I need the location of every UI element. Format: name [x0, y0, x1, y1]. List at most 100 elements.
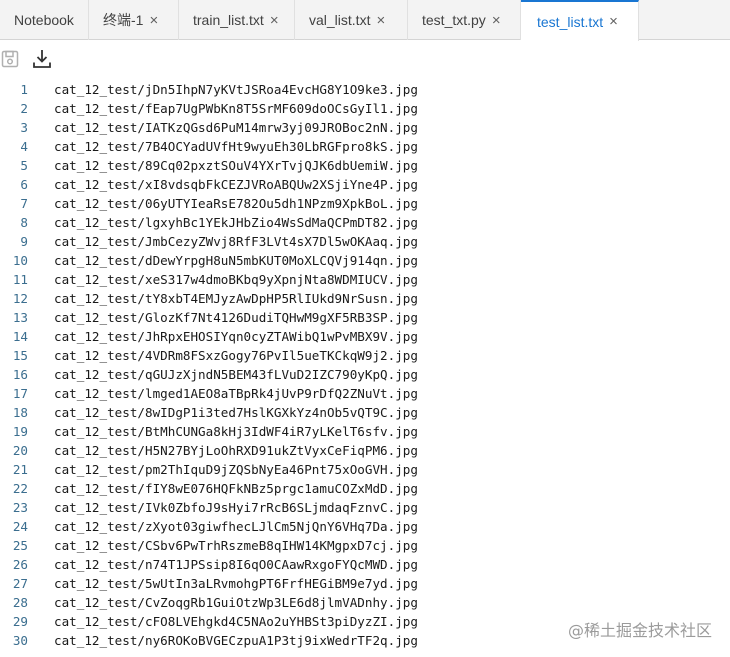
line-text: cat_12_test/lmged1AEO8aTBpRk4jUvP9rDfQ2Z…: [54, 386, 418, 401]
editor-line[interactable]: 22 cat_12_test/fIY8wE076HQFkNBz5prgc1amuC…: [0, 479, 730, 498]
editor-line[interactable]: 26 cat_12_test/n74T1JPSsip8I6qO0CAawRxgoF…: [0, 555, 730, 574]
editor-line[interactable]: 23 cat_12_test/IVk0ZbfoJ9sHyi7rRcB6SLjmda…: [0, 498, 730, 517]
line-text: cat_12_test/dDewYrpgH8uN5mbKUT0MoXLCQVj9…: [54, 253, 418, 268]
line-number: 3: [20, 120, 28, 135]
download-button[interactable]: [30, 47, 54, 71]
line-number: 28: [12, 595, 28, 610]
line-number: 29: [12, 614, 28, 629]
download-icon: [33, 50, 51, 68]
editor-line[interactable]: 13 cat_12_test/GlozKf7Nt4126DudiTQHwM9gXF…: [0, 308, 730, 327]
close-icon[interactable]: ×: [270, 13, 279, 28]
editor-line[interactable]: 21 cat_12_test/pm2ThIquD9jZQSbNyEa46Pnt75…: [0, 460, 730, 479]
line-number: 21: [12, 462, 28, 477]
tab-train-list[interactable]: train_list.txt ×: [179, 0, 295, 40]
line-text: cat_12_test/IATKzQGsd6PuM14mrw3yj09JROBo…: [54, 120, 418, 135]
editor-line[interactable]: 8 cat_12_test/lgxyhBc1YEkJHbZio4WsSdMaQCP…: [0, 213, 730, 232]
editor-line[interactable]: 2 cat_12_test/fEap7UgPWbKn8T5SrMF609doOCs…: [0, 99, 730, 118]
line-number: 25: [12, 538, 28, 553]
tab-label: train_list.txt: [193, 12, 264, 28]
line-number: 5: [20, 158, 28, 173]
line-number: 8: [20, 215, 28, 230]
editor-line[interactable]: 12 cat_12_test/tY8xbT4EMJyzAwDpHP5RlIUkd9…: [0, 289, 730, 308]
line-number: 16: [12, 367, 28, 382]
editor-line[interactable]: 4 cat_12_test/7B4OCYadUVfHt9wyuEh30LbRGFp…: [0, 137, 730, 156]
line-text: cat_12_test/JhRpxEHOSIYqn0cyZTAWibQ1wPvM…: [54, 329, 418, 344]
line-text: cat_12_test/zXyot03giwfhecLJlCm5NjQnY6VH…: [54, 519, 418, 534]
line-text: cat_12_test/CSbv6PwTrhRszmeB8qIHW14KMgpx…: [54, 538, 418, 553]
line-text: cat_12_test/IVk0ZbfoJ9sHyi7rRcB6SLjmdaqF…: [54, 500, 418, 515]
editor-line[interactable]: 6 cat_12_test/xI8vdsqbFkCEZJVRoABQUw2XSji…: [0, 175, 730, 194]
line-text: cat_12_test/ny6ROKoBVGECzpuA1P3tj9ixWedr…: [54, 633, 418, 648]
editor-line[interactable]: 18 cat_12_test/8wIDgP1i3ted7HslKGXkYz4nOb…: [0, 403, 730, 422]
line-number: 2: [20, 101, 28, 116]
close-icon[interactable]: ×: [492, 13, 501, 28]
close-icon[interactable]: ×: [609, 14, 618, 29]
tab-label: test_txt.py: [422, 12, 486, 28]
editor-line[interactable]: 19 cat_12_test/BtMhCUNGa8kHj3IdWF4iR7yLKe…: [0, 422, 730, 441]
line-number: 26: [12, 557, 28, 572]
editor-line[interactable]: 9 cat_12_test/JmbCezyZWvj8RfF3LVt4sX7Dl5w…: [0, 232, 730, 251]
line-text: cat_12_test/xI8vdsqbFkCEZJVRoABQUw2XSjiY…: [54, 177, 418, 192]
line-text: cat_12_test/fIY8wE076HQFkNBz5prgc1amuCOZ…: [54, 481, 418, 496]
line-number: 10: [12, 253, 28, 268]
tab-notebook[interactable]: Notebook: [0, 0, 89, 40]
tab-terminal-1[interactable]: 终端-1 ×: [89, 0, 179, 40]
editor-line[interactable]: 16 cat_12_test/qGUJzXjndN5BEM43fLVuD2IZC7…: [0, 365, 730, 384]
save-button[interactable]: [0, 47, 22, 71]
editor-line[interactable]: 15 cat_12_test/4VDRm8FSxzGogy76PvIl5ueTKC…: [0, 346, 730, 365]
tab-label: test_list.txt: [537, 13, 604, 30]
tab-test-txt-py[interactable]: test_txt.py ×: [408, 0, 521, 40]
line-number: 18: [12, 405, 28, 420]
save-icon: [1, 50, 19, 68]
line-number: 11: [12, 272, 28, 287]
watermark: @稀土掘金技术社区: [567, 621, 712, 640]
line-text: cat_12_test/BtMhCUNGa8kHj3IdWF4iR7yLKelT…: [54, 424, 418, 439]
line-number: 24: [12, 519, 28, 534]
close-icon[interactable]: ×: [376, 13, 385, 28]
line-number: 7: [20, 196, 28, 211]
editor-line[interactable]: 7 cat_12_test/06yUTYIeaRsE782Ou5dh1NPzm9X…: [0, 194, 730, 213]
editor-line[interactable]: 11 cat_12_test/xeS317w4dmoBKbq9yXpnjNta8W…: [0, 270, 730, 289]
editor-line[interactable]: 24 cat_12_test/zXyot03giwfhecLJlCm5NjQnY6…: [0, 517, 730, 536]
line-text: cat_12_test/89Cq02pxztSOuV4YXrTvjQJK6dbU…: [54, 158, 418, 173]
editor-line[interactable]: 3 cat_12_test/IATKzQGsd6PuM14mrw3yj09JROB…: [0, 118, 730, 137]
line-number: 23: [12, 500, 28, 515]
editor-line[interactable]: 1 cat_12_test/jDn5IhpN7yKVtJSRoa4EvcHG8Y1…: [0, 80, 730, 99]
editor-line[interactable]: 5 cat_12_test/89Cq02pxztSOuV4YXrTvjQJK6db…: [0, 156, 730, 175]
line-text: cat_12_test/H5N27BYjLoOhRXD91ukZtVyxCeFi…: [54, 443, 418, 458]
line-number: 15: [12, 348, 28, 363]
line-number: 30: [12, 633, 28, 648]
tab-val-list[interactable]: val_list.txt ×: [295, 0, 408, 40]
editor-line[interactable]: 17 cat_12_test/lmged1AEO8aTBpRk4jUvP9rDfQ…: [0, 384, 730, 403]
line-text: cat_12_test/jDn5IhpN7yKVtJSRoa4EvcHG8Y1O…: [54, 82, 418, 97]
tab-test-list[interactable]: test_list.txt ×: [521, 0, 639, 41]
editor-line[interactable]: 27 cat_12_test/5wUtIn3aLRvmohgPT6FrfHEGiB…: [0, 574, 730, 593]
editor-line[interactable]: 10 cat_12_test/dDewYrpgH8uN5mbKUT0MoXLCQV…: [0, 251, 730, 270]
tab-bar: Notebook 终端-1 × train_list.txt × val_lis…: [0, 0, 730, 41]
editor-line[interactable]: 28 cat_12_test/CvZoqgRb1GuiOtzWp3LE6d8jlm…: [0, 593, 730, 612]
line-number: 9: [20, 234, 28, 249]
close-icon[interactable]: ×: [149, 13, 158, 28]
line-number: 17: [12, 386, 28, 401]
tab-label: 终端-1: [103, 12, 144, 28]
editor-line[interactable]: 20 cat_12_test/H5N27BYjLoOhRXD91ukZtVyxCe…: [0, 441, 730, 460]
text-editor[interactable]: 1 cat_12_test/jDn5IhpN7yKVtJSRoa4EvcHG8Y1…: [0, 80, 730, 657]
line-number: 4: [20, 139, 28, 154]
editor-line[interactable]: 25 cat_12_test/CSbv6PwTrhRszmeB8qIHW14KMg…: [0, 536, 730, 555]
line-number: 22: [12, 481, 28, 496]
line-text: cat_12_test/5wUtIn3aLRvmohgPT6FrfHEGiBM9…: [54, 576, 418, 591]
line-text: cat_12_test/pm2ThIquD9jZQSbNyEa46Pnt75xO…: [54, 462, 418, 477]
line-text: cat_12_test/8wIDgP1i3ted7HslKGXkYz4nOb5v…: [54, 405, 418, 420]
line-number: 19: [12, 424, 28, 439]
line-text: cat_12_test/n74T1JPSsip8I6qO0CAawRxgoFYQ…: [54, 557, 418, 572]
line-text: cat_12_test/cFO8LVEhgkd4C5NAo2uYHBSt3piD…: [54, 614, 418, 629]
line-number: 6: [20, 177, 28, 192]
line-text: cat_12_test/GlozKf7Nt4126DudiTQHwM9gXF5R…: [54, 310, 418, 325]
tab-label: Notebook: [14, 12, 74, 28]
line-number: 12: [12, 291, 28, 306]
line-text: cat_12_test/CvZoqgRb1GuiOtzWp3LE6d8jlmVA…: [54, 595, 418, 610]
line-text: cat_12_test/qGUJzXjndN5BEM43fLVuD2IZC790…: [54, 367, 418, 382]
line-text: cat_12_test/06yUTYIeaRsE782Ou5dh1NPzm9Xp…: [54, 196, 418, 211]
editor-line[interactable]: 14 cat_12_test/JhRpxEHOSIYqn0cyZTAWibQ1wP…: [0, 327, 730, 346]
line-text: cat_12_test/4VDRm8FSxzGogy76PvIl5ueTKCkq…: [54, 348, 418, 363]
